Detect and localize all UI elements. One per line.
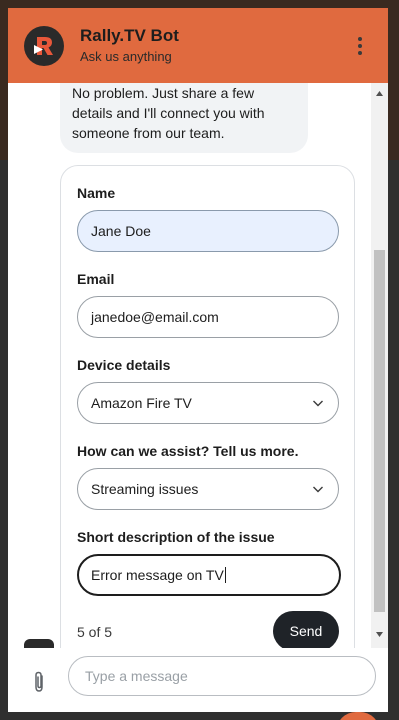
send-button[interactable]: Send <box>273 611 339 648</box>
message-input[interactable] <box>68 656 376 696</box>
more-options-icon[interactable] <box>350 36 370 56</box>
bot-name: Rally.TV Bot <box>80 26 179 45</box>
device-value: Amazon Fire TV <box>91 395 192 411</box>
message-list: No problem. Just share a few details and… <box>8 83 388 648</box>
device-label: Device details <box>77 357 171 373</box>
contact-form-card: Name Jane Doe Email janedoe@email.com De… <box>60 165 355 648</box>
description-value: Error message on TV <box>91 567 224 583</box>
bot-avatar-small <box>24 639 54 648</box>
header-text: Rally.TV Bot Ask us anything <box>80 25 179 66</box>
description-field[interactable]: Error message on TV <box>77 554 341 596</box>
chat-widget: Rally.TV Bot Ask us anything No problem.… <box>8 8 388 712</box>
assist-select[interactable]: Streaming issues <box>77 468 339 510</box>
paperclip-icon[interactable] <box>30 670 48 694</box>
rally-logo-icon <box>34 36 53 55</box>
chevron-down-icon <box>313 486 323 493</box>
email-field[interactable]: janedoe@email.com <box>77 296 339 338</box>
bot-subtitle: Ask us anything <box>80 49 172 64</box>
bot-message-text: No problem. Just share a few details and… <box>72 85 265 141</box>
text-cursor <box>224 567 226 583</box>
step-counter: 5 of 5 <box>77 624 113 640</box>
bot-message-bubble: No problem. Just share a few details and… <box>60 83 308 153</box>
name-label: Name <box>77 185 116 201</box>
assist-label: How can we assist? Tell us more. <box>77 443 299 459</box>
composer <box>8 648 388 712</box>
scroll-up-arrow-icon[interactable] <box>374 88 385 98</box>
scrollbar-thumb[interactable] <box>374 250 385 612</box>
scroll-down-arrow-icon[interactable] <box>374 629 385 639</box>
device-select[interactable]: Amazon Fire TV <box>77 382 339 424</box>
email-label: Email <box>77 271 115 287</box>
bot-avatar <box>24 25 64 66</box>
launcher-button-edge[interactable] <box>336 712 380 720</box>
chat-header: Rally.TV Bot Ask us anything <box>8 8 388 83</box>
description-label: Short description of the issue <box>77 529 275 545</box>
email-value: janedoe@email.com <box>91 309 219 325</box>
name-value: Jane Doe <box>91 223 151 239</box>
assist-value: Streaming issues <box>91 481 199 497</box>
chevron-down-icon <box>313 400 323 407</box>
name-field[interactable]: Jane Doe <box>77 210 339 252</box>
